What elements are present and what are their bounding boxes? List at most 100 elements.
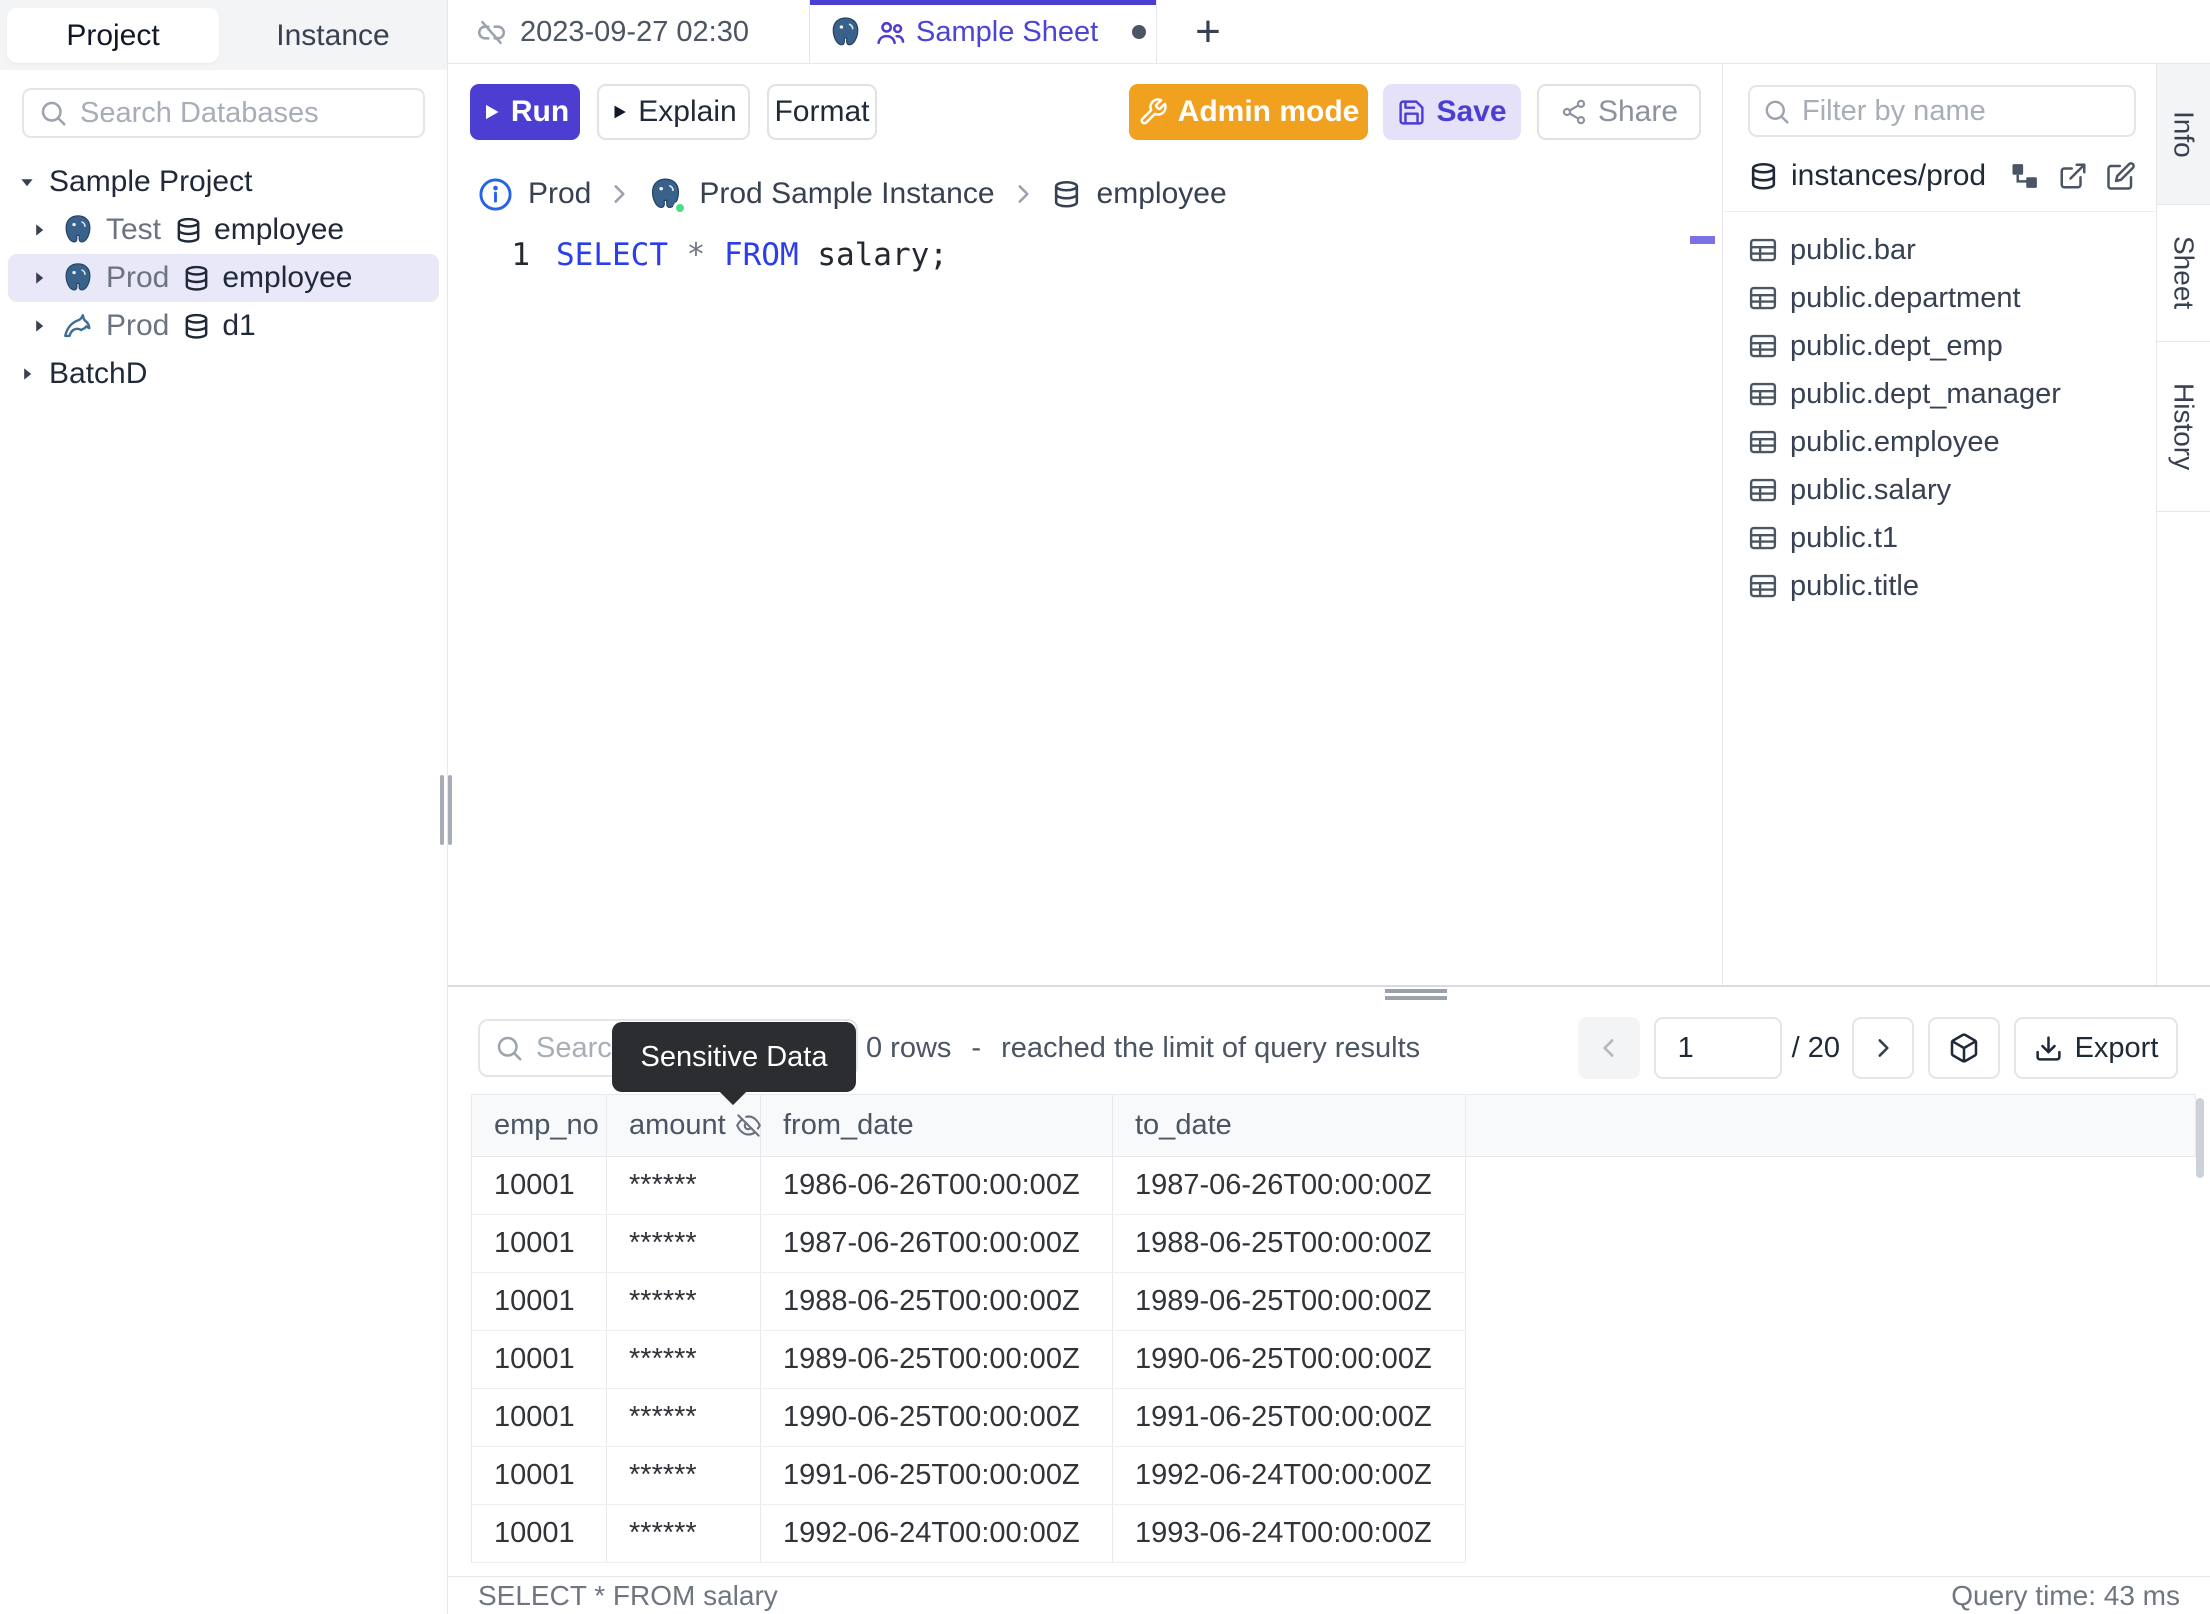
table-list-item[interactable]: public.dept_emp (1724, 322, 2156, 370)
chevron-right-icon[interactable] (32, 319, 46, 333)
side-tab-strip: Info Sheet History (2156, 64, 2210, 985)
save-icon (1397, 98, 1426, 127)
table-list-item[interactable]: public.employee (1724, 418, 2156, 466)
tab-project[interactable]: Project (7, 8, 219, 63)
table-icon (1748, 235, 1778, 265)
save-button[interactable]: Save (1383, 84, 1521, 140)
external-link-icon[interactable] (2058, 161, 2088, 191)
sql-editor-app: Project Instance Sample Project Test emp… (0, 0, 2210, 1614)
column-header: from_date (761, 1095, 1113, 1156)
sidebar-resize-handle[interactable] (440, 775, 444, 845)
admin-mode-button[interactable]: Admin mode (1129, 84, 1368, 140)
table-list-item[interactable]: public.t1 (1724, 514, 2156, 562)
sql-keyword: FROM (723, 237, 818, 273)
project-label: Sample Project (49, 165, 253, 198)
data-masking-button[interactable] (1928, 1017, 2000, 1079)
play-icon (610, 103, 628, 121)
results-scrollbar[interactable] (2196, 1098, 2204, 1178)
tab-label: Sample Sheet (916, 15, 1099, 48)
database-search[interactable] (22, 88, 425, 138)
sql-editor[interactable]: 1 SELECT * FROM salary; (448, 232, 1722, 278)
table-row[interactable]: 10001 ****** 1988-06-25T00:00:00Z 1989-06-2… (471, 1273, 1466, 1331)
results-resize-handle[interactable] (1385, 989, 1447, 993)
database-icon (182, 312, 211, 341)
table-icon (1748, 523, 1778, 553)
results-resize-handle[interactable] (1385, 996, 1447, 1000)
chevron-right-icon[interactable] (32, 223, 46, 237)
sidebar-resize-handle[interactable] (448, 775, 452, 845)
search-icon (38, 98, 68, 128)
chevron-right-icon[interactable] (32, 271, 46, 285)
tree-item-batchd[interactable]: BatchD (0, 350, 447, 398)
column-header: emp_no (472, 1095, 607, 1156)
row-count: 0 rows (866, 1031, 952, 1064)
database-icon (174, 216, 203, 245)
filter-by-name-input[interactable] (1802, 94, 2122, 128)
explain-label: Explain (638, 95, 737, 128)
sql-line[interactable]: SELECT * FROM salary; (448, 232, 1722, 278)
table-row[interactable]: 10001 ****** 1989-06-25T00:00:00Z 1990-06-2… (471, 1331, 1466, 1389)
prev-page-button[interactable] (1577, 1017, 1640, 1079)
schema-diagram-icon[interactable] (2010, 161, 2040, 191)
tree-item-sample-project[interactable]: Sample Project (0, 158, 447, 206)
page-total: / 20 (1791, 1031, 1840, 1064)
database-icon (1748, 161, 1779, 192)
table-list-item[interactable]: public.department (1724, 274, 2156, 322)
table-list-item[interactable]: public.salary (1724, 466, 2156, 514)
share-button[interactable]: Share (1537, 84, 1701, 140)
edit-icon[interactable] (2106, 161, 2136, 191)
tab-sample-sheet[interactable]: Sample Sheet (810, 0, 1157, 64)
unsaved-dot (1132, 25, 1147, 39)
wrench-icon (1138, 97, 1168, 127)
info-icon[interactable] (478, 177, 513, 212)
page-number-input[interactable] (1653, 1017, 1782, 1079)
tab-info[interactable]: Info (2157, 64, 2210, 205)
chevron-right-icon (1870, 1035, 1896, 1061)
executed-query: SELECT * FROM salary (478, 1579, 778, 1611)
tab-sheet[interactable]: Sheet (2157, 205, 2210, 342)
breadcrumb-instance[interactable]: Prod Sample Instance (699, 177, 994, 211)
tree-item-prod-employee[interactable]: Prod employee (8, 254, 439, 302)
cube-icon (1948, 1032, 1980, 1064)
chevron-down-icon[interactable] (20, 175, 34, 189)
search-databases-input[interactable] (80, 96, 409, 130)
table-icon (1748, 475, 1778, 505)
table-row[interactable]: 10001 ****** 1987-06-26T00:00:00Z 1988-06-2… (471, 1215, 1466, 1273)
table-row[interactable]: 10001 ****** 1991-06-25T00:00:00Z 1992-06-2… (471, 1447, 1466, 1505)
table-row[interactable]: 10001 ****** 1986-06-26T00:00:00Z 1987-06-2… (471, 1157, 1466, 1215)
breadcrumb-database[interactable]: employee (1097, 177, 1227, 211)
table-list-item[interactable]: public.title (1724, 562, 2156, 610)
run-button[interactable]: Run (470, 84, 580, 140)
results-table-header: emp_no amount from_date to_date (471, 1094, 2196, 1157)
chevron-right-icon[interactable] (20, 367, 34, 381)
format-button[interactable]: Format (767, 84, 877, 140)
sql-keyword: SELECT (556, 237, 687, 273)
new-tab-button[interactable]: + (1173, 0, 1243, 64)
environment-label: Test (106, 213, 162, 246)
postgres-icon (828, 15, 863, 50)
tab-query-history-sheet[interactable]: 2023-09-27 02:30 (448, 0, 810, 64)
tab-instance[interactable]: Instance (226, 8, 440, 63)
table-row[interactable]: 10001 ****** 1990-06-25T00:00:00Z 1991-06-2… (471, 1389, 1466, 1447)
chevron-right-icon (1010, 181, 1036, 207)
next-page-button[interactable] (1852, 1017, 1914, 1079)
tree-item-test-employee[interactable]: Test employee (0, 206, 447, 254)
explain-button[interactable]: Explain (597, 84, 750, 140)
table-filter[interactable] (1748, 85, 2136, 137)
table-list-item[interactable]: public.dept_manager (1724, 370, 2156, 418)
eye-off-icon[interactable] (735, 1112, 762, 1139)
mysql-icon (61, 309, 95, 343)
sidebar-tab-strip: Project Instance (0, 0, 447, 70)
tree-item-prod-d1[interactable]: Prod d1 (0, 302, 447, 350)
table-name: public.t1 (1790, 521, 1899, 554)
results-actions: / 20 Export (1577, 1017, 2178, 1079)
table-icon (1748, 283, 1778, 313)
tab-history[interactable]: History (2157, 342, 2210, 512)
table-row[interactable]: 10001 ****** 1992-06-24T00:00:00Z 1993-06-2… (471, 1505, 1466, 1563)
table-list-item[interactable]: public.bar (1724, 226, 2156, 274)
database-icon (182, 264, 211, 293)
search-icon (494, 1033, 524, 1063)
export-button[interactable]: Export (2014, 1017, 2178, 1079)
column-header-empty (1466, 1095, 2196, 1156)
breadcrumb-environment[interactable]: Prod (528, 177, 591, 211)
